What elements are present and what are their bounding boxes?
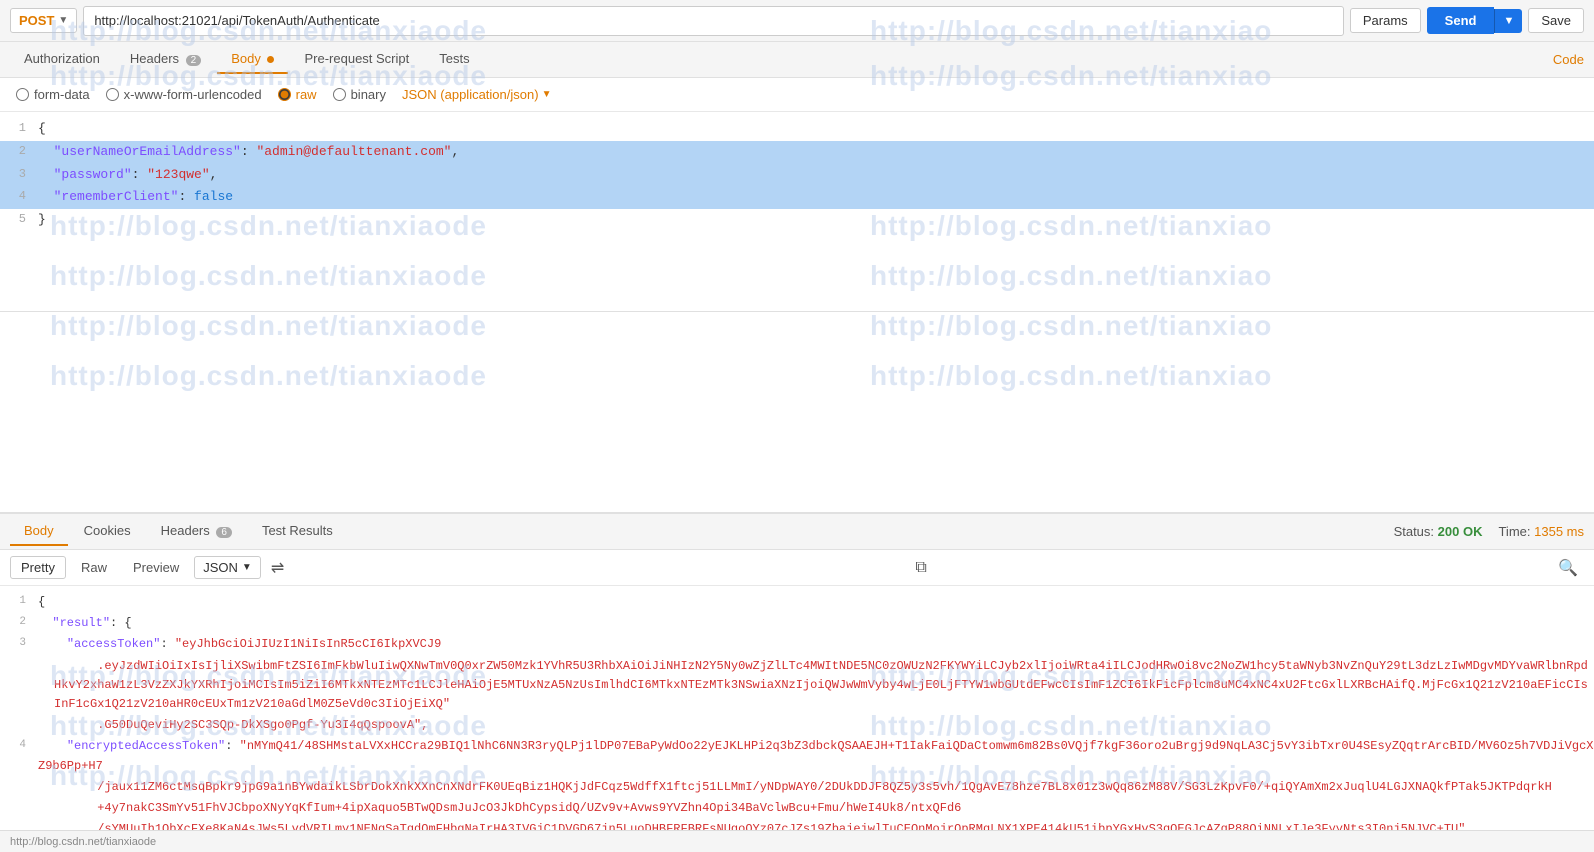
headers-badge: 2: [186, 55, 202, 66]
json-format-chevron-icon: ▼: [242, 562, 252, 573]
response-headers-badge: 6: [216, 527, 232, 538]
tab-tests[interactable]: Tests: [425, 45, 483, 74]
code-link[interactable]: Code: [1553, 52, 1584, 67]
method-chevron-icon: ▼: [58, 15, 68, 26]
empty-area: [0, 312, 1594, 512]
status-value: 200 OK: [1438, 524, 1483, 539]
json-format-select[interactable]: JSON ▼: [194, 556, 261, 579]
resp-line-4a: /jaux11ZM6ctMsqBpkr9jpG9a1nBYwdaikLSbrDo…: [0, 777, 1594, 798]
send-dropdown-button[interactable]: ▼: [1494, 9, 1522, 33]
send-button[interactable]: Send: [1427, 7, 1495, 34]
req-line-5: 5 }: [0, 209, 1594, 232]
fmt-raw-button[interactable]: Raw: [70, 556, 118, 579]
status-info: Status: 200 OK Time: 1355 ms: [1394, 524, 1584, 539]
req-line-4: 4 "rememberClient": false: [0, 186, 1594, 209]
request-body-editor[interactable]: 1 { 2 "userNameOrEmailAddress": "admin@d…: [0, 112, 1594, 312]
json-chevron-icon: ▼: [542, 89, 552, 100]
req-line-3: 3 "password": "123qwe",: [0, 164, 1594, 187]
tab-response-body[interactable]: Body: [10, 517, 68, 546]
method-select[interactable]: POST ▼: [10, 8, 77, 33]
response-body-editor: 1 { 2 "result": { 3 "accessToken": "eyJh…: [0, 586, 1594, 846]
response-format-row: Pretty Raw Preview JSON ▼ ⇌ ⧉ 🔍: [0, 550, 1594, 586]
body-active-dot: [267, 56, 274, 63]
bottom-bar: http://blog.csdn.net/tianxiaode: [0, 830, 1594, 852]
resp-line-4: 4 "encryptedAccessToken": "nMYmQ41/48SHM…: [0, 736, 1594, 776]
resp-line-3: 3 "accessToken": "eyJhbGciOiJIUzI1NiIsIn…: [0, 634, 1594, 655]
tab-authorization[interactable]: Authorization: [10, 45, 114, 74]
fmt-pretty-button[interactable]: Pretty: [10, 556, 66, 579]
search-icon-button[interactable]: 🔍: [1552, 556, 1584, 580]
resp-line-2: 2 "result": {: [0, 613, 1594, 634]
top-bar: POST ▼ Params Send ▼ Save: [0, 0, 1594, 42]
request-tabs: Authorization Headers 2 Body Pre-request…: [0, 42, 1594, 78]
req-line-2: 2 "userNameOrEmailAddress": "admin@defau…: [0, 141, 1594, 164]
tab-cookies[interactable]: Cookies: [70, 517, 145, 546]
form-data-option[interactable]: form-data: [16, 87, 90, 102]
tab-pre-request[interactable]: Pre-request Script: [290, 45, 423, 74]
req-line-1: 1 {: [0, 118, 1594, 141]
resp-line-4b: +4y7nakC3SmYv51FhVJCbpoXNyYqKfIum+4ipXaq…: [0, 798, 1594, 819]
raw-option[interactable]: raw: [278, 87, 317, 102]
tab-response-headers[interactable]: Headers 6: [147, 517, 246, 546]
body-type-row: form-data x-www-form-urlencoded raw bina…: [0, 78, 1594, 112]
tab-test-results[interactable]: Test Results: [248, 517, 347, 546]
response-tabs: Body Cookies Headers 6 Test Results Stat…: [0, 512, 1594, 550]
url-input[interactable]: [83, 6, 1344, 36]
wrap-icon-button[interactable]: ⇌: [265, 556, 290, 580]
method-label: POST: [19, 13, 54, 28]
time-value: 1355 ms: [1534, 524, 1584, 539]
send-button-group: Send ▼: [1427, 7, 1523, 34]
bottom-url: http://blog.csdn.net/tianxiaode: [10, 836, 156, 848]
params-button[interactable]: Params: [1350, 8, 1421, 33]
binary-option[interactable]: binary: [333, 87, 386, 102]
tab-headers[interactable]: Headers 2: [116, 45, 215, 74]
time-info: Time: 1355 ms: [1498, 524, 1584, 539]
urlencoded-option[interactable]: x-www-form-urlencoded: [106, 87, 262, 102]
copy-icon-button[interactable]: ⧉: [909, 557, 932, 579]
resp-line-3a: .eyJzdWIiOiIxIsIjliXSwibmFtZSI6ImFkbWluI…: [0, 656, 1594, 716]
tab-body[interactable]: Body: [217, 45, 288, 74]
json-select[interactable]: JSON (application/json) ▼: [402, 87, 551, 102]
save-button[interactable]: Save: [1528, 8, 1584, 33]
resp-line-3b: .G50DuQeviHy2SC3SQp-DkXSgo0Pgf-Yu3I4qQsp…: [0, 715, 1594, 736]
status-label: Status: 200 OK: [1394, 524, 1483, 539]
fmt-preview-button[interactable]: Preview: [122, 556, 190, 579]
resp-line-1: 1 {: [0, 592, 1594, 613]
